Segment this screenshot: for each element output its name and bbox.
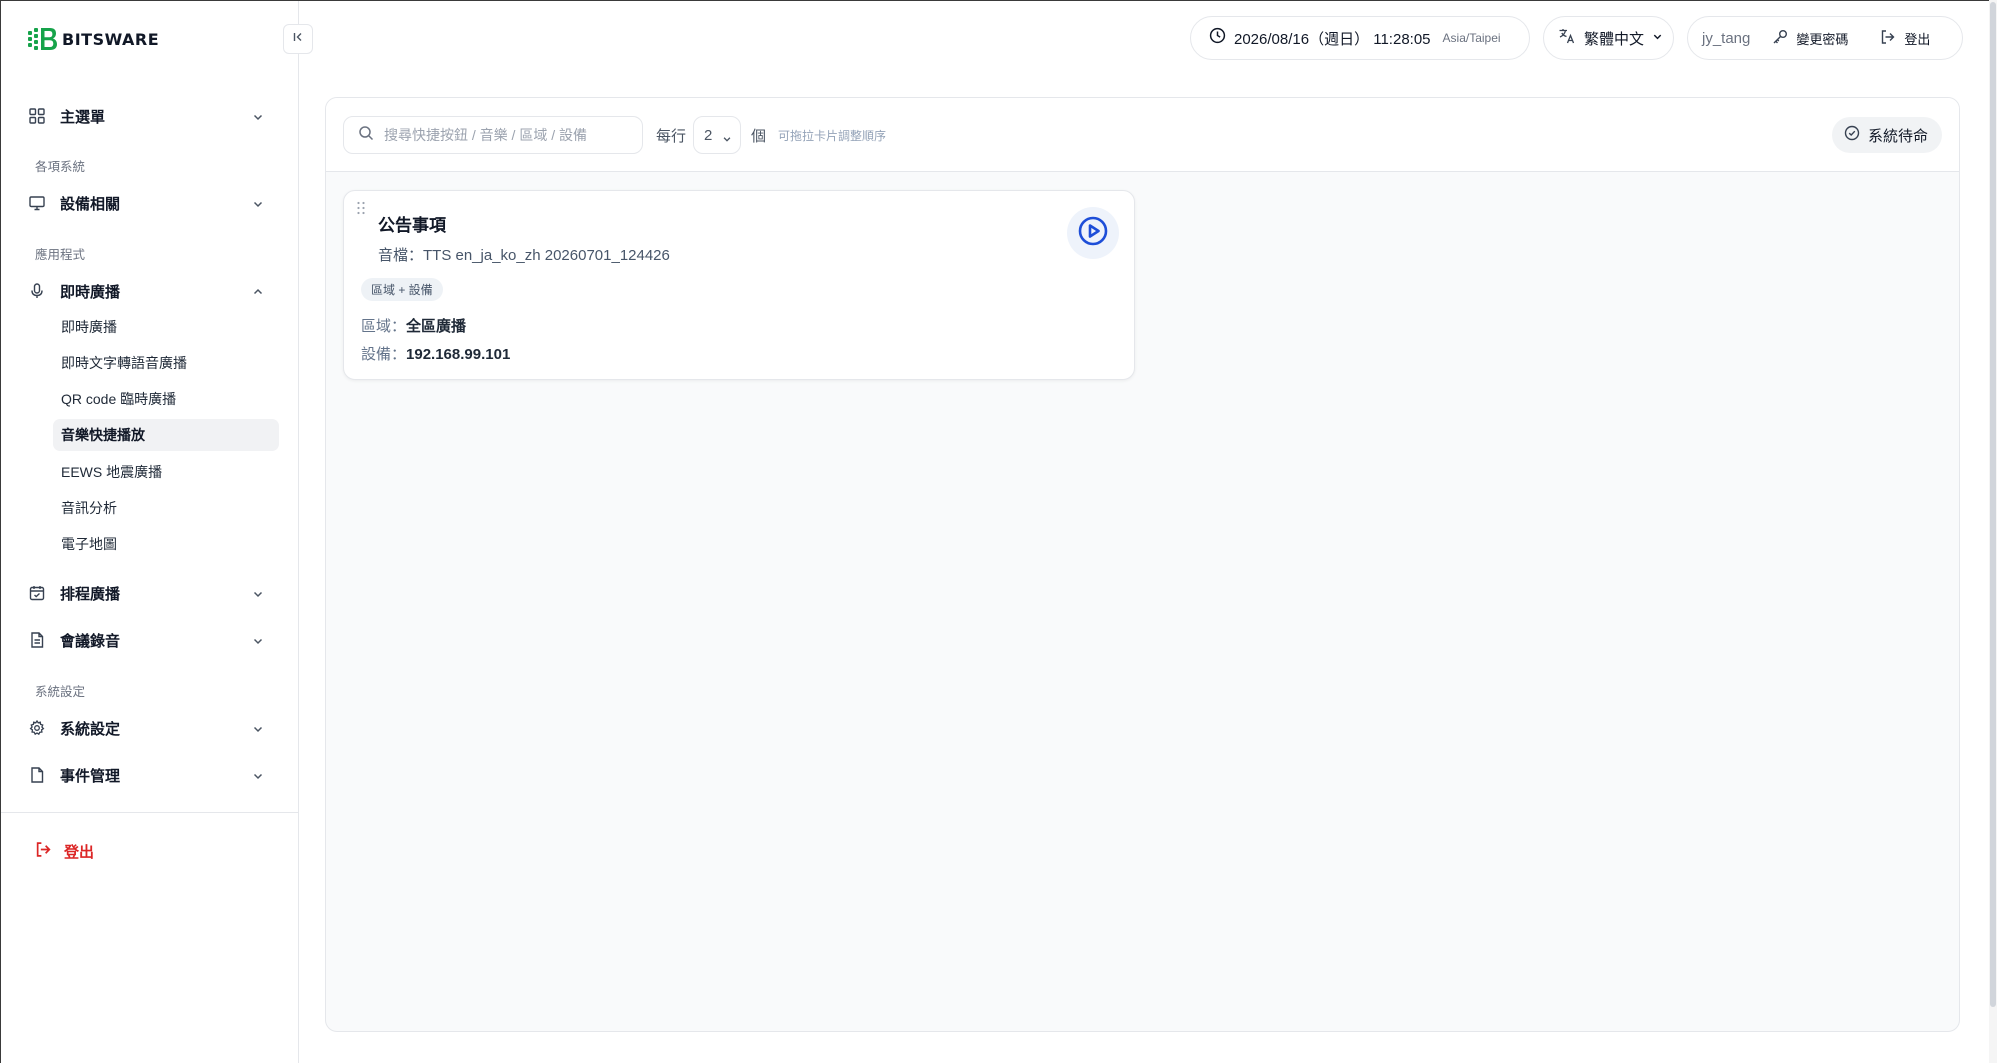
- drag-handle-icon[interactable]: [356, 201, 366, 220]
- logout-icon: [35, 841, 52, 862]
- sidebar-logout-label: 登出: [64, 844, 95, 861]
- section-label-systems: 各項系統: [35, 160, 86, 174]
- play-circle-icon: [1077, 215, 1109, 252]
- chevron-down-icon: [722, 131, 732, 148]
- key-icon: [1772, 29, 1788, 48]
- sidebar-item-e-map[interactable]: 電子地圖: [53, 528, 279, 560]
- change-password-button[interactable]: 變更密碼: [1772, 29, 1848, 48]
- system-status-badge: 系統待命: [1831, 117, 1942, 153]
- per-row-select[interactable]: 2: [693, 116, 741, 154]
- file-icon: [28, 766, 46, 784]
- collapse-sidebar-button[interactable]: [283, 24, 313, 54]
- bitsware-logo-icon: [28, 28, 58, 50]
- datetime-text: 2026/08/16（週日） 11:28:05: [1234, 30, 1431, 48]
- nav-scheduled-label: 排程廣播: [60, 585, 121, 603]
- collapse-left-icon: [292, 30, 304, 48]
- user-menu: jy_tang 變更密碼 登出: [1687, 16, 1963, 60]
- card-title: 公告事項: [378, 216, 446, 235]
- nav-devices-label: 設備相關: [60, 195, 121, 213]
- card-zone-line: 區域：全區廣播: [361, 315, 466, 336]
- nav-settings-label: 系統設定: [60, 720, 121, 738]
- nav-main-menu[interactable]: 主選單: [28, 101, 274, 131]
- card-target-badge: 區域 + 設備: [361, 278, 443, 301]
- search-icon: [358, 125, 374, 146]
- play-button[interactable]: [1067, 207, 1119, 259]
- card-device-value: 192.168.99.101: [406, 346, 511, 363]
- translate-icon: [1558, 27, 1576, 50]
- sidebar-item-live-broadcast[interactable]: 即時廣播: [53, 311, 279, 343]
- brand-logo: BITSWARE: [28, 28, 159, 50]
- toolbar: 每行 2 個 可拖拉卡片調整順序 系統待命: [326, 98, 1959, 172]
- chevron-down-icon: [252, 634, 264, 646]
- drag-hint: 可拖拉卡片調整順序: [778, 129, 887, 143]
- card-device-line: 設備：192.168.99.101: [361, 343, 510, 364]
- logout-label: 登出: [1904, 31, 1931, 47]
- nav-system-settings[interactable]: 系統設定: [28, 713, 274, 743]
- sidebar-item-music-quick-play[interactable]: 音樂快捷播放: [53, 419, 279, 451]
- gear-icon: [28, 719, 46, 737]
- calendar-icon: [28, 584, 46, 602]
- sidebar: BITSWARE 主選單 各項系統 設備相關 應用程式 即時廣播 即時廣播 即時…: [1, 1, 299, 1063]
- username: jy_tang: [1702, 29, 1751, 47]
- datetime-display: 2026/08/16（週日） 11:28:05 Asia/Taipei: [1190, 16, 1530, 60]
- nav-devices[interactable]: 設備相關: [28, 188, 274, 218]
- check-circle-icon: [1844, 125, 1860, 145]
- language-selector[interactable]: 繁體中文: [1543, 16, 1674, 60]
- section-label-apps: 應用程式: [35, 248, 86, 262]
- monitor-icon: [28, 194, 46, 212]
- nav-live-broadcast[interactable]: 即時廣播: [28, 276, 274, 306]
- sidebar-divider: [1, 812, 299, 813]
- section-label-settings: 系統設定: [35, 685, 86, 699]
- sidebar-item-audio-analysis[interactable]: 音訊分析: [53, 492, 279, 524]
- logout-icon: [1880, 29, 1896, 48]
- page-scrollbar[interactable]: [1989, 0, 1997, 1063]
- card-zone-key: 區域：: [361, 318, 407, 335]
- card-zone-value: 全區廣播: [406, 318, 467, 335]
- scrollbar-thumb[interactable]: [1990, 2, 1996, 1007]
- per-row-unit: 個: [751, 128, 767, 145]
- chevron-down-icon: [252, 722, 264, 734]
- nav-live-broadcast-label: 即時廣播: [60, 283, 121, 301]
- nav-events-label: 事件管理: [60, 767, 121, 785]
- sidebar-item-tts-broadcast[interactable]: 即時文字轉語音廣播: [53, 347, 279, 379]
- nav-scheduled-broadcast[interactable]: 排程廣播: [28, 578, 274, 608]
- change-password-label: 變更密碼: [1796, 31, 1849, 47]
- nav-event-management[interactable]: 事件管理: [28, 760, 274, 790]
- clock-icon: [1209, 27, 1226, 49]
- quick-play-card[interactable]: 公告事項 音檔：TTS en_ja_ko_zh 20260701_124426 …: [343, 190, 1135, 380]
- per-row-value: 2: [704, 126, 713, 144]
- grid-icon: [28, 107, 46, 125]
- nav-main-menu-label: 主選單: [60, 108, 106, 126]
- sidebar-item-qr-broadcast[interactable]: QR code 臨時廣播: [53, 383, 279, 415]
- microphone-icon: [28, 282, 46, 300]
- nav-meeting-record[interactable]: 會議錄音: [28, 625, 274, 655]
- per-row-label: 每行: [656, 128, 687, 145]
- chevron-down-icon: [252, 110, 264, 122]
- chevron-down-icon: [252, 587, 264, 599]
- chevron-down-icon: [252, 769, 264, 781]
- chevron-down-icon: [1652, 29, 1663, 47]
- chevron-up-icon: [252, 285, 264, 297]
- sidebar-logout-button[interactable]: 登出: [35, 841, 94, 862]
- sidebar-item-eews[interactable]: EEWS 地震廣播: [53, 456, 279, 488]
- search-box[interactable]: [343, 116, 643, 154]
- card-device-key: 設備：: [361, 346, 407, 363]
- language-value: 繁體中文: [1584, 30, 1645, 48]
- document-icon: [28, 631, 46, 649]
- timezone-text: Asia/Taipei: [1442, 31, 1501, 45]
- card-audio-file: 音檔：TTS en_ja_ko_zh 20260701_124426: [378, 247, 670, 264]
- system-status-text: 系統待命: [1867, 127, 1928, 145]
- brand-name: BITSWARE: [62, 29, 160, 49]
- logout-button[interactable]: 登出: [1880, 29, 1930, 48]
- chevron-down-icon: [252, 197, 264, 209]
- main-panel: 每行 2 個 可拖拉卡片調整順序 系統待命 公告事項 音: [325, 97, 1960, 1032]
- search-input[interactable]: [384, 127, 634, 143]
- nav-meeting-label: 會議錄音: [60, 632, 121, 650]
